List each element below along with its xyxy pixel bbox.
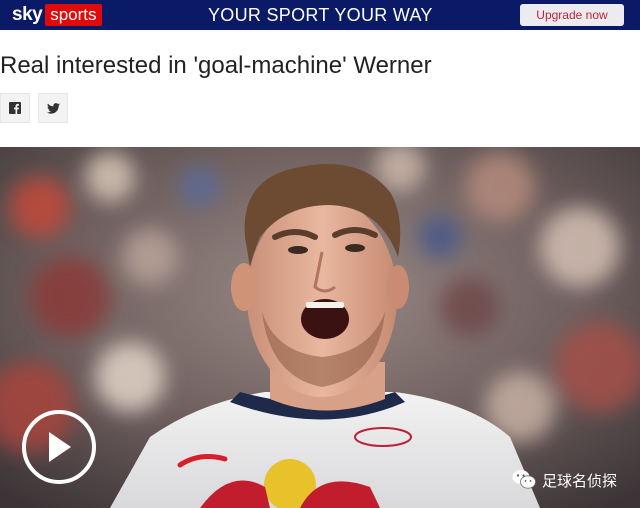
facebook-share-button[interactable] [0, 93, 30, 123]
article-headline: Real interested in 'goal-machine' Werner [0, 52, 432, 79]
hero-video-thumbnail[interactable]: 足球名侦探 [0, 147, 640, 508]
logo-sky-text: sky [12, 4, 43, 25]
banner-tagline: YOUR SPORT YOUR WAY [208, 5, 433, 25]
player-photo [0, 147, 640, 508]
twitter-share-button[interactable] [38, 93, 68, 123]
watermark-text: 足球名侦探 [542, 471, 618, 490]
wechat-watermark: 足球名侦探 [512, 468, 617, 492]
upgrade-now-button[interactable]: Upgrade now [520, 4, 624, 26]
wechat-icon [512, 470, 536, 489]
play-icon [49, 432, 71, 462]
top-banner: sky sports YOUR SPORT YOUR WAY Upgrade n… [0, 0, 640, 30]
twitter-icon [46, 102, 60, 114]
video-play-button[interactable] [22, 410, 96, 484]
logo-sports-text: sports [45, 4, 102, 26]
facebook-icon [9, 102, 21, 114]
sky-sports-logo[interactable]: sky sports [12, 3, 102, 27]
